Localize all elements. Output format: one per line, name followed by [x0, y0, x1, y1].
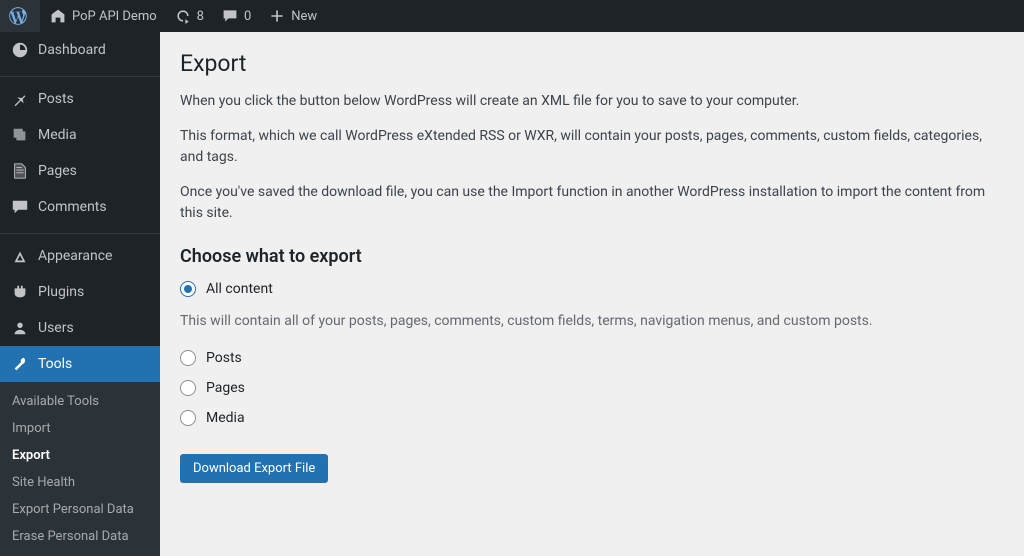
submenu-item-site-health[interactable]: Site Health — [0, 469, 160, 496]
posts-radio[interactable] — [180, 350, 196, 366]
updates-count: 8 — [197, 9, 204, 24]
main-content: Export When you click the button below W… — [160, 32, 1024, 541]
sidebar-item-pages[interactable]: Pages — [0, 153, 160, 189]
page-icon — [10, 161, 30, 181]
all-content-description: This will contain all of your posts, pag… — [180, 311, 1004, 332]
sidebar-item-label: Dashboard — [38, 42, 106, 58]
page-title: Export — [180, 50, 1004, 77]
sidebar-item-dashboard[interactable]: Dashboard — [0, 32, 160, 68]
export-description-2: This format, which we call WordPress eXt… — [180, 126, 1004, 168]
new-label: New — [291, 9, 317, 24]
sidebar-item-label: Tools — [38, 356, 72, 372]
pages-radio[interactable] — [180, 380, 196, 396]
sidebar-item-label: Media — [38, 127, 77, 143]
media-radio[interactable] — [180, 410, 196, 426]
appearance-icon — [10, 246, 30, 266]
submenu-item-erase-personal-data[interactable]: Erase Personal Data — [0, 523, 160, 550]
pages-label[interactable]: Pages — [206, 380, 245, 396]
radio-option-all: All content — [180, 281, 1004, 297]
media-icon — [10, 125, 30, 145]
tools-submenu: Available Tools Import Export Site Healt… — [0, 382, 160, 556]
site-title: PoP API Demo — [72, 9, 157, 24]
sidebar-item-comments[interactable]: Comments — [0, 189, 160, 225]
update-icon — [173, 6, 193, 26]
plus-icon — [267, 6, 287, 26]
sidebar-item-posts[interactable]: Posts — [0, 81, 160, 117]
pin-icon — [10, 89, 30, 109]
comments-icon — [10, 197, 30, 217]
updates-link[interactable]: 8 — [165, 0, 212, 32]
users-icon — [10, 318, 30, 338]
sidebar-item-label: Posts — [38, 91, 74, 107]
sidebar-item-label: Comments — [38, 199, 107, 215]
new-content-link[interactable]: New — [259, 0, 325, 32]
menu-separator — [0, 229, 160, 234]
site-name-link[interactable]: PoP API Demo — [40, 0, 165, 32]
all-content-radio[interactable] — [180, 281, 196, 297]
submenu-item-export[interactable]: Export — [0, 442, 160, 469]
sidebar-item-label: Pages — [38, 163, 77, 179]
radio-option-pages: Pages — [180, 380, 1004, 396]
submenu-item-available-tools[interactable]: Available Tools — [0, 388, 160, 415]
plugin-icon — [10, 282, 30, 302]
all-content-label[interactable]: All content — [206, 281, 273, 297]
wp-logo[interactable] — [0, 0, 40, 32]
admin-sidebar: Dashboard Posts Media Pages Comments App… — [0, 32, 160, 541]
sidebar-item-label: Users — [38, 320, 74, 336]
sidebar-item-appearance[interactable]: Appearance — [0, 238, 160, 274]
download-export-button[interactable]: Download Export File — [180, 454, 328, 483]
submenu-item-import[interactable]: Import — [0, 415, 160, 442]
sidebar-item-media[interactable]: Media — [0, 117, 160, 153]
radio-option-media: Media — [180, 410, 1004, 426]
comments-link[interactable]: 0 — [212, 0, 259, 32]
admin-bar: PoP API Demo 8 0 New — [0, 0, 1024, 32]
dashboard-icon — [10, 40, 30, 60]
submenu-item-export-personal-data[interactable]: Export Personal Data — [0, 496, 160, 523]
sidebar-item-users[interactable]: Users — [0, 310, 160, 346]
wordpress-logo-icon — [8, 6, 28, 26]
sidebar-item-tools[interactable]: Tools — [0, 346, 160, 382]
media-label[interactable]: Media — [206, 410, 245, 426]
comment-icon — [220, 6, 240, 26]
menu-separator — [0, 72, 160, 77]
home-icon — [48, 6, 68, 26]
posts-label[interactable]: Posts — [206, 350, 242, 366]
sidebar-item-label: Plugins — [38, 284, 84, 300]
sidebar-item-plugins[interactable]: Plugins — [0, 274, 160, 310]
export-description-3: Once you've saved the download file, you… — [180, 182, 1004, 224]
export-description-1: When you click the button below WordPres… — [180, 91, 1004, 112]
choose-heading: Choose what to export — [180, 246, 1004, 267]
radio-option-posts: Posts — [180, 350, 1004, 366]
sidebar-item-label: Appearance — [38, 248, 112, 264]
tools-icon — [10, 354, 30, 374]
comments-count: 0 — [244, 9, 251, 24]
